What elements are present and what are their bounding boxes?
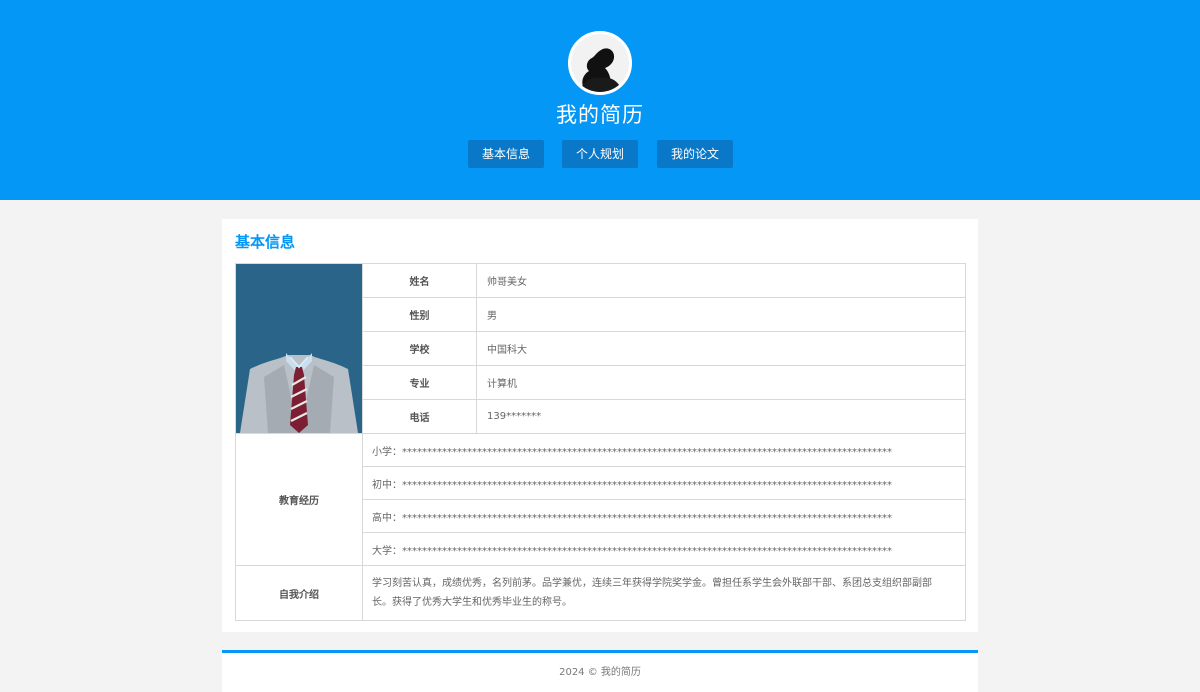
self-intro-text: 学习刻苦认真，成绩优秀，名列前茅。品学兼优，连续三年获得学院奖学金。曾担任系学生… [362, 565, 966, 621]
education-label: 教育经历 [235, 433, 363, 566]
id-photo-suit-image [236, 264, 362, 433]
section-title: 基本信息 [235, 233, 296, 251]
nav-my-papers-button[interactable]: 我的论文 [657, 140, 733, 168]
nav-basic-info-button[interactable]: 基本信息 [468, 140, 544, 168]
field-label-school: 学校 [362, 331, 477, 366]
education-middle: 初中：*************************************… [362, 466, 966, 500]
nav-personal-plan-button[interactable]: 个人规划 [562, 140, 638, 168]
info-table: 姓名 帅哥美女 性别 男 学校 中国科大 专业 计算机 电话 139******… [235, 263, 966, 621]
table-row: 自我介绍 学习刻苦认真，成绩优秀，名列前茅。品学兼优，连续三年获得学院奖学金。曾… [235, 565, 966, 621]
header-banner: 我的简历 基本信息 个人规划 我的论文 [0, 0, 1200, 200]
avatar-silhouette-icon [571, 34, 629, 92]
field-value-phone: 139******* [476, 399, 966, 434]
field-value-school: 中国科大 [476, 331, 966, 366]
field-label-gender: 性别 [362, 297, 477, 332]
table-row: 教育经历 小学：********************************… [235, 433, 966, 566]
field-value-major: 计算机 [476, 365, 966, 400]
basic-info-card: 基本信息 姓名 帅哥美女 性别 男 学校 中国科大 专业 计算机 电话 139*… [222, 219, 978, 632]
education-high: 高中：*************************************… [362, 499, 966, 533]
education-primary: 小学：*************************************… [362, 433, 966, 467]
field-label-name: 姓名 [362, 263, 477, 298]
id-photo [235, 263, 363, 434]
avatar [568, 31, 632, 95]
field-label-major: 专业 [362, 365, 477, 400]
table-row: 姓名 帅哥美女 [235, 263, 966, 434]
self-intro-label: 自我介绍 [235, 565, 363, 621]
field-value-name: 帅哥美女 [476, 263, 966, 298]
field-label-phone: 电话 [362, 399, 477, 434]
field-value-gender: 男 [476, 297, 966, 332]
education-university: 大学：*************************************… [362, 532, 966, 566]
page-title: 我的简历 [556, 103, 644, 127]
footer: 2024 © 我的简历 [222, 653, 978, 692]
